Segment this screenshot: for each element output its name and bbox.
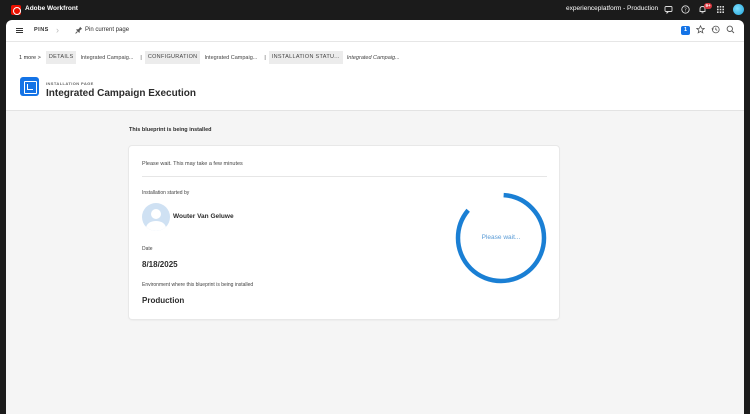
breadcrumb-configuration-tab[interactable]: CONFIGURATION — [144, 51, 201, 64]
installation-page-icon — [20, 77, 39, 96]
history-icon[interactable] — [711, 25, 720, 36]
breadcrumb: 1 more > DETAILS Integrated Campaig... |… — [19, 51, 404, 64]
installation-card: Please wait. This may take a few minutes… — [129, 146, 559, 319]
main-window: PINS › Pin current page 1 1 more > DETAI… — [6, 20, 744, 414]
app-name[interactable]: Adobe Workfront — [25, 5, 78, 12]
page-kicker: INSTALLATION PAGE — [46, 81, 94, 86]
pinned-count-badge[interactable]: 1 — [681, 26, 690, 35]
pins-button[interactable]: PINS — [34, 27, 49, 33]
hamburger-menu-icon[interactable] — [16, 28, 23, 33]
environment-label: Environment where this blueprint is bein… — [142, 282, 254, 288]
breadcrumb-installation-status-tab[interactable]: INSTALLATION STATU... — [268, 51, 343, 64]
spinner-label: Please wait... — [481, 234, 521, 241]
user-avatar — [142, 203, 170, 231]
help-icon[interactable]: ? — [681, 5, 690, 14]
search-icon[interactable] — [726, 25, 735, 36]
svg-text:?: ? — [684, 7, 687, 13]
content-area: This blueprint is being installed Please… — [6, 111, 744, 414]
started-by-label: Installation started by — [142, 190, 190, 196]
chevron-right-icon: › — [56, 25, 59, 35]
wait-message: Please wait. This may take a few minutes — [142, 161, 243, 167]
pin-icon[interactable] — [75, 26, 83, 36]
page-title: Integrated Campaign Execution — [46, 88, 197, 99]
breadcrumb-separator: | — [140, 54, 142, 61]
card-divider — [142, 176, 547, 177]
breadcrumb-more[interactable]: 1 more > — [19, 55, 41, 61]
environment-switcher[interactable]: experienceplatform - Production — [566, 5, 658, 12]
user-avatar[interactable] — [733, 4, 744, 15]
date-value: 8/18/2025 — [142, 260, 178, 269]
top-bar: Adobe Workfront experienceplatform - Pro… — [0, 0, 750, 20]
notification-badge: 9+ — [704, 3, 713, 9]
breadcrumb-configuration-value[interactable]: Integrated Campaig... — [200, 55, 261, 61]
user-name: Wouter Van Geluwe — [173, 213, 234, 220]
environment-value: Production — [142, 296, 185, 305]
apps-grid-icon[interactable] — [716, 5, 725, 14]
pin-current-page-button[interactable]: Pin current page — [85, 27, 129, 33]
date-label: Date — [142, 246, 153, 252]
breadcrumb-details-tab[interactable]: DETAILS — [45, 51, 77, 64]
workfront-logo-icon[interactable] — [11, 5, 21, 15]
loading-spinner: Please wait... — [453, 190, 549, 286]
section-title: This blueprint is being installed — [129, 127, 212, 133]
nav-bar: PINS › Pin current page 1 — [6, 20, 744, 42]
star-icon[interactable] — [695, 24, 706, 36]
breadcrumb-installation-status-value: Integrated Campaig... — [346, 54, 400, 61]
breadcrumb-separator: | — [264, 54, 266, 61]
breadcrumb-details-value[interactable]: Integrated Campaig... — [76, 55, 137, 61]
feedback-icon[interactable] — [664, 5, 673, 15]
